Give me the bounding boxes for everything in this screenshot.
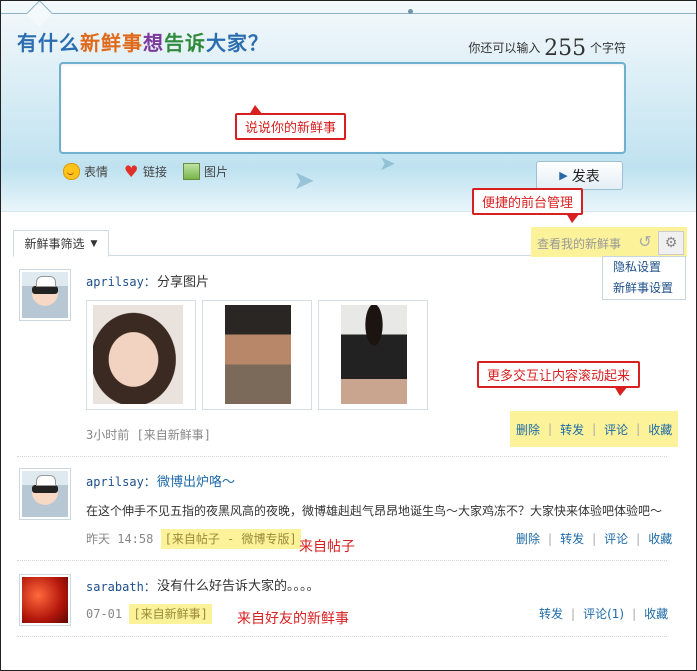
post-time: 07-01 — [86, 607, 123, 621]
counter-value: 255 — [544, 36, 587, 61]
feed-divider — [17, 636, 667, 637]
annotation-scroll: 更多交互让内容滚动起来 — [477, 361, 641, 396]
delete-link[interactable]: 删除 — [516, 421, 540, 438]
comment-link[interactable]: 评论 — [604, 421, 628, 438]
smile-icon — [63, 163, 80, 180]
photo-woman-standing — [341, 305, 407, 404]
post-source[interactable]: [来自新鲜事] — [129, 604, 212, 624]
forward-link[interactable]: 转发 — [539, 605, 563, 622]
avatar[interactable] — [19, 468, 71, 520]
filter-tab-label: 新鲜事筛选 — [24, 237, 85, 251]
title-part: 想 — [143, 31, 164, 55]
feed-body: 在这个伸手不见五指的夜黑风高的夜晚，微博雄赳赳气昂昂地诞生鸟～大家鸡冻不？大家快… — [86, 504, 663, 518]
counter-prefix: 你还可以输入 — [468, 41, 541, 55]
author-link[interactable]: sarabath： — [86, 578, 156, 595]
delete-link[interactable]: 删除 — [516, 530, 540, 547]
avatar[interactable] — [19, 269, 71, 321]
composer-title: 有什么新鲜事想告诉大家？ — [17, 27, 269, 56]
image-thumbnail[interactable] — [86, 300, 196, 410]
title-part: 大家 — [206, 31, 248, 55]
feed-management-bar: 查看我的新鲜事 ↺ ⚙ — [531, 227, 687, 257]
feed-actions: 转发 | 评论(1) | 收藏 — [539, 605, 669, 622]
title-part: 告诉 — [164, 31, 206, 55]
menu-item-feed-settings[interactable]: 新鲜事设置 — [603, 278, 685, 299]
title-part: 新鲜事 — [80, 31, 143, 55]
tab-notch — [26, 1, 53, 27]
picture-icon — [183, 163, 201, 180]
refresh-icon[interactable]: ↺ — [636, 233, 654, 251]
feed-message: 分享图片 — [157, 275, 210, 290]
favorite-link[interactable]: 收藏 — [644, 605, 668, 622]
favorite-link[interactable]: 收藏 — [648, 530, 672, 547]
fish-decoration-icon: ➤ — [379, 151, 396, 175]
gear-icon[interactable]: ⚙ — [658, 231, 684, 255]
avatar[interactable] — [19, 574, 71, 626]
annotation-from-friend: 来自好友的新鲜事 — [237, 611, 349, 627]
tool-label: 链接 — [143, 165, 168, 179]
counter-suffix: 个字符 — [589, 41, 626, 55]
feed-message[interactable]: 微博出炉咯～ — [157, 471, 235, 490]
image-thumbnail[interactable] — [202, 300, 312, 410]
forward-link[interactable]: 转发 — [560, 421, 584, 438]
tool-label: 图片 — [204, 165, 229, 179]
title-part: 有什么 — [17, 31, 80, 55]
settings-menu: 隐私设置 新鲜事设置 — [602, 256, 686, 300]
image-thumbnail[interactable] — [318, 300, 428, 410]
play-arrow-icon: ▶ — [559, 169, 568, 182]
feed-meta: 3小时前 [来自新鲜事] — [86, 426, 211, 443]
char-counter: 你还可以输入 255 个字符 — [468, 36, 626, 61]
feed-divider — [17, 560, 667, 561]
feed-actions: 删除 | 转发 | 评论 | 收藏 — [510, 411, 679, 447]
avatar-image — [22, 272, 68, 318]
tool-label: 表情 — [84, 165, 109, 179]
annotation-composer: 说说你的新鲜事 — [235, 105, 347, 140]
feed-divider — [17, 456, 667, 457]
feed-message: 没有什么好告诉大家的。。。。 — [157, 579, 320, 594]
composer-toolbar: 表情 ♥ 链接 图片 — [63, 163, 228, 180]
photo-woman-portrait — [93, 305, 183, 404]
feed-meta: 昨天 14:58 [来自帖子 - 微博专版] — [86, 529, 301, 549]
avatar-image — [22, 577, 68, 623]
page-frame: 有什么新鲜事想告诉大家？ 你还可以输入 255 个字符 ➤ ➤ 表情 ♥ 链接 … — [0, 0, 697, 671]
top-divider — [1, 13, 696, 14]
separator-dot — [408, 9, 413, 14]
feed-meta: 07-01 [来自新鲜事] — [86, 604, 212, 624]
heart-icon: ♥ — [124, 162, 139, 181]
emoticon-button[interactable]: 表情 — [63, 163, 108, 180]
title-part: ？ — [248, 31, 269, 55]
annotation-manage: 便捷的前台管理 — [472, 188, 584, 223]
post-source[interactable]: [来自新鲜事] — [136, 428, 210, 442]
author-link[interactable]: aprilsay： — [86, 473, 156, 490]
fish-decoration-icon: ➤ — [293, 166, 315, 196]
avatar-image — [22, 471, 68, 517]
status-textarea[interactable] — [59, 62, 626, 154]
composer-panel: 有什么新鲜事想告诉大家？ 你还可以输入 255 个字符 ➤ ➤ 表情 ♥ 链接 … — [1, 1, 696, 212]
author-link[interactable]: aprilsay： — [86, 273, 156, 290]
comment-link[interactable]: 评论 — [604, 530, 628, 547]
link-button[interactable]: ♥ 链接 — [124, 163, 167, 180]
forward-link[interactable]: 转发 — [560, 530, 584, 547]
comment-link[interactable]: 评论(1) — [583, 605, 624, 622]
post-button-label: 发表 — [571, 168, 600, 185]
post-time: 昨天 14:58 — [86, 532, 154, 546]
post-button[interactable]: ▶ 发表 — [536, 161, 623, 190]
favorite-link[interactable]: 收藏 — [648, 421, 672, 438]
feed-filter-tab[interactable]: 新鲜事筛选 ▼ — [13, 230, 109, 257]
annotation-from-post: 来自帖子 — [299, 539, 355, 555]
view-mine-link[interactable]: 查看我的新鲜事 — [537, 235, 621, 252]
menu-item-privacy[interactable]: 隐私设置 — [603, 257, 685, 278]
picture-button[interactable]: 图片 — [183, 163, 228, 180]
post-source[interactable]: [来自帖子 - 微博专版] — [160, 529, 301, 549]
post-time: 3小时前 — [86, 428, 130, 442]
feed-actions: 删除 | 转发 | 评论 | 收藏 — [516, 530, 673, 547]
chevron-down-icon: ▼ — [90, 238, 98, 249]
photo-man-portrait — [225, 305, 291, 404]
